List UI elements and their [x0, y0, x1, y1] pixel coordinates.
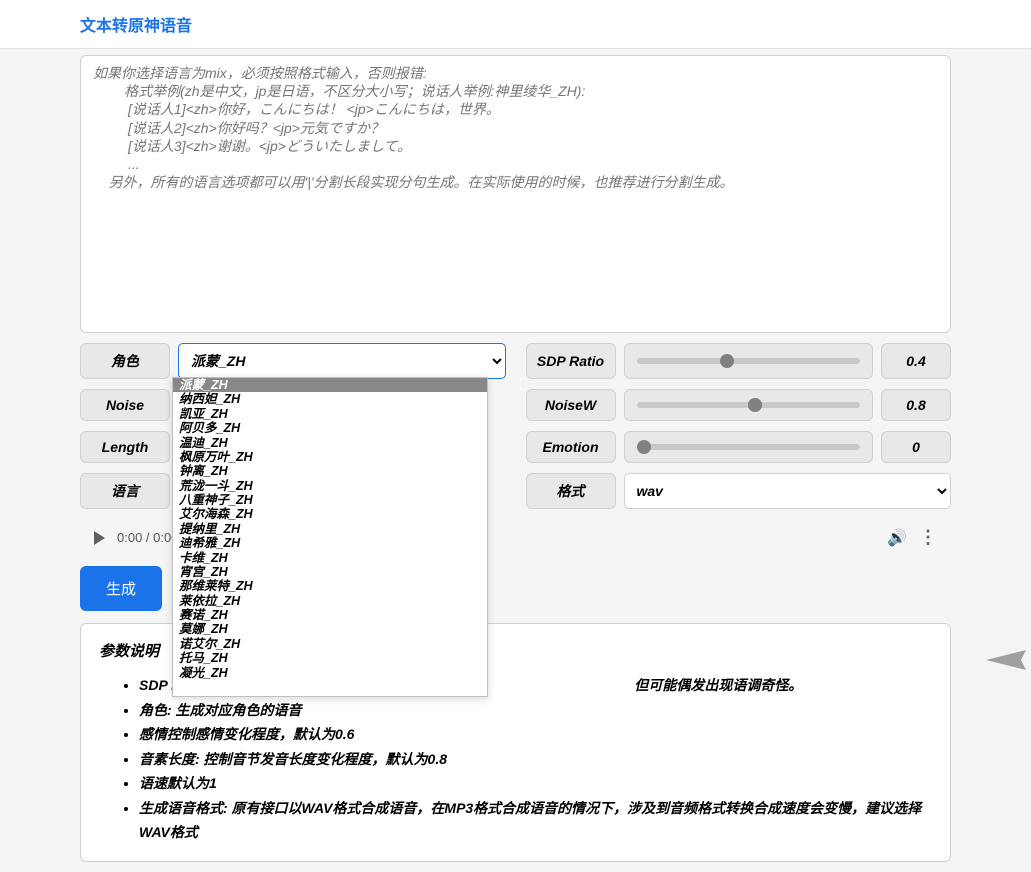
- dropdown-option[interactable]: 迪希雅_ZH: [173, 536, 487, 550]
- dropdown-option[interactable]: 莱依拉_ZH: [173, 594, 487, 608]
- noisew-label: NoiseW: [526, 389, 616, 421]
- noisew-value: 0.8: [881, 389, 951, 421]
- role-row: 角色 派蒙_ZH: [80, 343, 506, 379]
- role-dropdown-panel[interactable]: 派蒙_ZH纳西妲_ZH凯亚_ZH阿贝多_ZH温迪_ZH枫原万叶_ZH钟离_ZH荒…: [172, 377, 488, 697]
- params-list: SDP Ratioxxxxxxxxxxxxxxxxxxxxxxxxxxxxxxx…: [99, 673, 932, 845]
- dropdown-option[interactable]: 卡维_ZH: [173, 551, 487, 565]
- main-content: 角色 派蒙_ZH SDP Ratio 0.4 Noise NoiseW 0.8 …: [0, 49, 1031, 872]
- noisew-slider[interactable]: [637, 402, 861, 408]
- emotion-label: Emotion: [526, 431, 616, 463]
- dropdown-option[interactable]: 温迪_ZH: [173, 436, 487, 450]
- dropdown-option[interactable]: 纳西妲_ZH: [173, 392, 487, 406]
- sdp-row: SDP Ratio 0.4: [526, 343, 952, 379]
- dropdown-option[interactable]: 枫原万叶_ZH: [173, 450, 487, 464]
- params-item: 感情控制感情变化程度，默认为0.6: [139, 722, 932, 747]
- dropdown-option[interactable]: 赛诺_ZH: [173, 608, 487, 622]
- text-input-container: [80, 55, 951, 333]
- dropdown-option[interactable]: 托马_ZH: [173, 651, 487, 665]
- dropdown-option[interactable]: 艾尔海森_ZH: [173, 507, 487, 521]
- arrow-decoration-icon: [981, 640, 1031, 680]
- dropdown-option[interactable]: 派蒙_ZH: [173, 378, 487, 392]
- dropdown-option[interactable]: 宵宫_ZH: [173, 565, 487, 579]
- sdp-label: SDP Ratio: [526, 343, 616, 379]
- format-label: 格式: [526, 473, 616, 509]
- speaker-icon[interactable]: 🔊: [887, 528, 907, 548]
- format-row: 格式 wav: [526, 473, 952, 509]
- params-item: 生成语音格式: 原有接口以WAV格式合成语音，在MP3格式合成语音的情况下，涉及…: [139, 796, 932, 845]
- noisew-row: NoiseW 0.8: [526, 389, 952, 421]
- params-item: 角色: 生成对应角色的语音: [139, 698, 932, 723]
- length-label: Length: [80, 431, 170, 463]
- dropdown-option[interactable]: 那维莱特_ZH: [173, 579, 487, 593]
- dropdown-option[interactable]: 八重神子_ZH: [173, 493, 487, 507]
- dropdown-option[interactable]: 钟离_ZH: [173, 464, 487, 478]
- emotion-slider[interactable]: [637, 444, 861, 450]
- params-item: 语速默认为1: [139, 771, 932, 796]
- noise-label: Noise: [80, 389, 170, 421]
- emotion-slider-container: [624, 431, 874, 463]
- app-title: 文本转原神语音: [80, 18, 192, 35]
- audio-menu-icon[interactable]: ⋮: [919, 527, 937, 548]
- dropdown-option[interactable]: 凝光_ZH: [173, 666, 487, 680]
- dropdown-option[interactable]: 凯亚_ZH: [173, 407, 487, 421]
- dropdown-option[interactable]: 荒泷一斗_ZH: [173, 479, 487, 493]
- language-label: 语言: [80, 473, 170, 509]
- sdp-slider-container: [624, 343, 874, 379]
- emotion-row: Emotion 0: [526, 431, 952, 463]
- role-select[interactable]: 派蒙_ZH: [178, 343, 506, 379]
- dropdown-option[interactable]: 诺艾尔_ZH: [173, 637, 487, 651]
- role-label: 角色: [80, 343, 170, 379]
- generate-button[interactable]: 生成: [80, 566, 162, 611]
- emotion-value: 0: [881, 431, 951, 463]
- dropdown-option[interactable]: 提纳里_ZH: [173, 522, 487, 536]
- sdp-slider[interactable]: [637, 358, 861, 364]
- play-icon[interactable]: [94, 531, 105, 545]
- dropdown-option[interactable]: 阿贝多_ZH: [173, 421, 487, 435]
- format-select[interactable]: wav: [624, 473, 952, 509]
- sdp-value: 0.4: [881, 343, 951, 379]
- text-input[interactable]: [93, 64, 938, 319]
- audio-time: 0:00 / 0:00: [117, 530, 178, 545]
- dropdown-option[interactable]: 莫娜_ZH: [173, 622, 487, 636]
- noisew-slider-container: [624, 389, 874, 421]
- params-item: 音素长度: 控制音节发音长度变化程度，默认为0.8: [139, 747, 932, 772]
- app-header: 文本转原神语音: [0, 0, 1031, 49]
